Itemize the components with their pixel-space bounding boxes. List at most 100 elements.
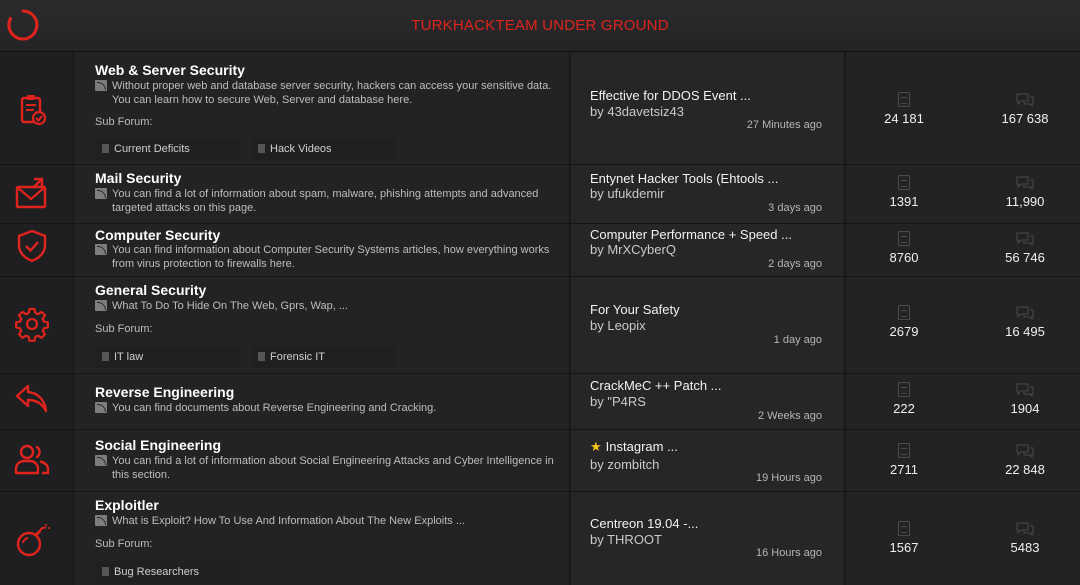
threads-stat: 2679 xyxy=(849,277,959,374)
rss-icon[interactable] xyxy=(95,80,107,91)
posts-stat: 5483 xyxy=(970,492,1080,585)
document-icon xyxy=(258,144,265,153)
forum-row: Web & Server Security Without proper web… xyxy=(0,52,1080,165)
posts-stat: 167 638 xyxy=(970,52,1080,165)
subforum-label: Sub Forum: xyxy=(95,323,153,335)
forum-description: Without proper web and database server s… xyxy=(95,79,555,107)
chat-bubbles-icon xyxy=(1016,306,1034,320)
last-post-title[interactable]: Effective for DDOS Event ... xyxy=(590,88,751,103)
chat-bubbles-icon xyxy=(1016,444,1034,458)
rss-icon[interactable] xyxy=(95,402,107,413)
last-post-title[interactable]: ★ Instagram ... xyxy=(590,439,678,455)
forum-row: Computer Security You can find informati… xyxy=(0,224,1080,277)
document-icon xyxy=(898,382,910,397)
last-post-title[interactable]: CrackMeC ++ Patch ... xyxy=(590,378,722,393)
forum-row: Mail Security You can find a lot of info… xyxy=(0,165,1080,224)
chat-bubbles-icon xyxy=(1016,522,1034,536)
star-icon: ★ xyxy=(590,439,602,454)
last-post-author[interactable]: by THROOT xyxy=(590,532,662,547)
subforum-link[interactable]: Bug Researchers xyxy=(95,561,240,583)
forum-description: You can find information about Computer … xyxy=(95,243,555,271)
posts-stat: 11,990 xyxy=(970,165,1080,224)
document-icon xyxy=(898,443,910,458)
forum-title[interactable]: Reverse Engineering xyxy=(95,384,234,400)
last-post-time: 16 Hours ago xyxy=(755,547,822,559)
last-post-time: 27 Minutes ago xyxy=(746,119,822,131)
rss-icon[interactable] xyxy=(95,188,107,199)
forum-description: What is Exploit? How To Use And Informat… xyxy=(95,514,555,528)
reply-arrow-icon xyxy=(15,384,48,413)
posts-stat: 56 746 xyxy=(970,224,1080,277)
chat-bubbles-icon xyxy=(1016,232,1034,246)
posts-stat: 22 848 xyxy=(970,430,1080,492)
forum-row: Reverse Engineering You can find documen… xyxy=(0,374,1080,430)
chat-bubbles-icon xyxy=(1016,383,1034,397)
forum-row: Social Engineering You can find a lot of… xyxy=(0,430,1080,492)
subforum-link[interactable]: Hack Videos xyxy=(251,138,396,160)
forum-description: You can find documents about Reverse Eng… xyxy=(95,401,555,415)
users-icon xyxy=(14,444,50,475)
threads-stat: 222 xyxy=(849,374,959,430)
posts-stat: 1904 xyxy=(970,374,1080,430)
last-post-time: 19 Hours ago xyxy=(755,472,822,484)
threads-stat: 2711 xyxy=(849,430,959,492)
forum-description: What To Do To Hide On The Web, Gprs, Wap… xyxy=(95,299,555,313)
chat-bubbles-icon xyxy=(1016,176,1034,190)
last-post-author[interactable]: by ufukdemir xyxy=(590,186,664,201)
top-header: TURKHACKTEAM UNDER GROUND xyxy=(0,0,1080,52)
gear-icon xyxy=(15,307,49,342)
forum-title[interactable]: Mail Security xyxy=(95,170,181,186)
rss-icon[interactable] xyxy=(95,300,107,311)
last-post-author[interactable]: by 43davetsiz43 xyxy=(590,104,684,119)
rss-icon[interactable] xyxy=(95,455,107,466)
last-post-time: 1 day ago xyxy=(773,334,822,346)
document-icon xyxy=(102,144,109,153)
clipboard-check-icon xyxy=(20,95,47,126)
document-icon xyxy=(898,305,910,320)
last-post-time: 2 Weeks ago xyxy=(757,410,822,422)
last-post-title[interactable]: Computer Performance + Speed ... xyxy=(590,227,792,242)
document-icon xyxy=(898,175,910,190)
document-icon xyxy=(898,92,910,107)
last-post-title[interactable]: Centreon 19.04 -... xyxy=(590,516,698,531)
forum-row: Exploitler What is Exploit? How To Use A… xyxy=(0,492,1080,585)
rss-icon[interactable] xyxy=(95,244,107,255)
subforum-label: Sub Forum: xyxy=(95,116,153,128)
forum-description: You can find a lot of information about … xyxy=(95,187,555,215)
site-title[interactable]: TURKHACKTEAM UNDER GROUND xyxy=(0,17,1080,34)
last-post-author[interactable]: by Leopix xyxy=(590,318,646,333)
forum-row: General Security What To Do To Hide On T… xyxy=(0,277,1080,374)
document-icon xyxy=(102,567,109,576)
last-post-author[interactable]: by MrXCyberQ xyxy=(590,242,676,257)
last-post-author[interactable]: by zombitch xyxy=(590,457,659,472)
document-icon xyxy=(898,231,910,246)
last-post-author[interactable]: by "P4RS xyxy=(590,394,646,409)
document-icon xyxy=(102,352,109,361)
shield-check-icon xyxy=(17,229,47,263)
subforum-link[interactable]: IT law xyxy=(95,346,240,368)
forum-title[interactable]: Web & Server Security xyxy=(95,62,245,78)
posts-stat: 16 495 xyxy=(970,277,1080,374)
subforum-link[interactable]: Forensic IT xyxy=(251,346,396,368)
subforum-link[interactable]: Current Deficits xyxy=(95,138,240,160)
last-post-time: 2 days ago xyxy=(768,258,822,270)
rss-icon[interactable] xyxy=(95,515,107,526)
chat-bubbles-icon xyxy=(1016,93,1034,107)
last-post-time: 3 days ago xyxy=(768,202,822,214)
threads-stat: 1391 xyxy=(849,165,959,224)
forum-description: You can find a lot of information about … xyxy=(95,454,555,482)
forum-title[interactable]: Exploitler xyxy=(95,497,159,513)
envelope-icon xyxy=(15,177,47,209)
document-icon xyxy=(258,352,265,361)
forum-title[interactable]: Computer Security xyxy=(95,227,220,243)
bomb-icon xyxy=(16,524,50,557)
forum-title[interactable]: Social Engineering xyxy=(95,437,221,453)
last-post-title[interactable]: Entynet Hacker Tools (Ehtools ... xyxy=(590,171,778,186)
forum-list: Web & Server Security Without proper web… xyxy=(0,52,1080,585)
last-post-title[interactable]: For Your Safety xyxy=(590,302,680,317)
forum-title[interactable]: General Security xyxy=(95,282,206,298)
threads-stat: 24 181 xyxy=(849,52,959,165)
threads-stat: 1567 xyxy=(849,492,959,585)
subforum-label: Sub Forum: xyxy=(95,538,153,550)
document-icon xyxy=(898,521,910,536)
